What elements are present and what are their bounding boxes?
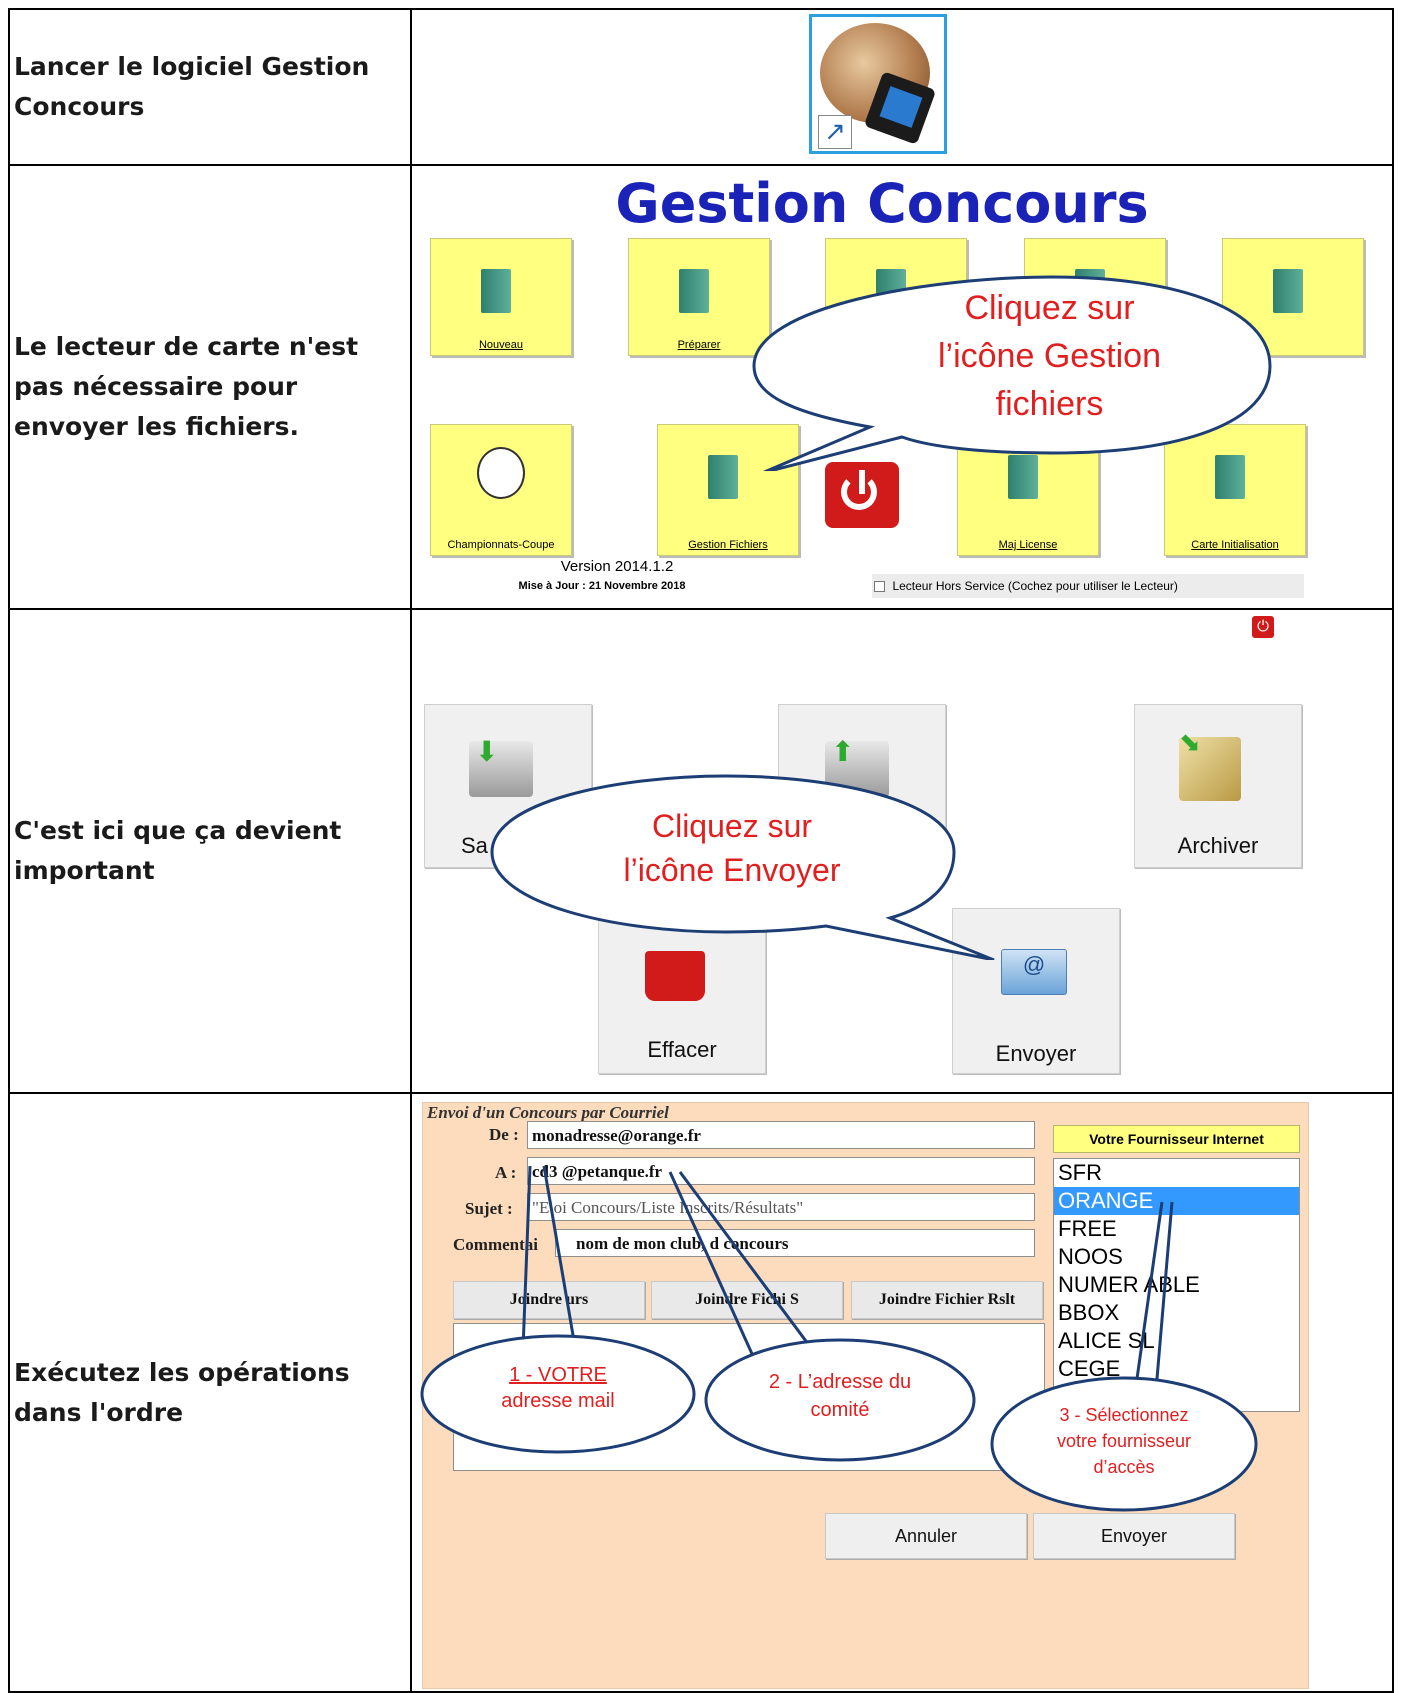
- menu-title: Gestion Concours: [615, 172, 1149, 235]
- close-power-button[interactable]: ⏻: [1252, 616, 1274, 638]
- callout-text: Cliquez sur l’icône Gestion fichiers: [937, 289, 1161, 423]
- row-2-instruction: Le lecteur de carte n'est pas nécessaire…: [8, 164, 412, 610]
- prepare-icon: [679, 269, 709, 313]
- row-4-instruction: Exécutez les opérations dans l'ordre: [8, 1092, 412, 1693]
- row-4-visual: Envoi d'un Concours par Courriel De : mo…: [410, 1092, 1394, 1693]
- reader-checkbox-row[interactable]: Lecteur Hors Service (Cochez pour utilis…: [872, 574, 1304, 598]
- reader-checkbox[interactable]: [874, 581, 885, 592]
- archive-button[interactable]: ⬊ Archiver: [1134, 704, 1302, 868]
- version-label: Version 2014.1.2: [560, 558, 674, 575]
- send-callout-text: Cliquez sur l’icône Envoyer: [623, 808, 841, 888]
- new-button[interactable]: Nouveau: [430, 238, 572, 356]
- email-envelope-icon: @: [1001, 949, 1067, 995]
- callout-3: 3 - Sélectionnez votre fournisseur d’acc…: [1056, 1405, 1192, 1477]
- gestion-concours-icon[interactable]: ↗: [809, 14, 947, 154]
- federation-logo-icon: [477, 447, 525, 499]
- callout-1: 1 - VOTRE adresse mail: [501, 1364, 615, 1412]
- update-label: Mise à Jour : 21 Novembre 2018: [518, 580, 686, 592]
- championship-button[interactable]: Championnats-Coupe: [430, 424, 572, 556]
- shortcut-arrow-icon: ↗: [818, 115, 852, 149]
- callout-2: 2 - L’adresse du comité: [768, 1371, 912, 1421]
- row-2-visual: Gestion Concours Nouveau Préparer Champi…: [410, 164, 1394, 610]
- instructions-table: Lancer le logiciel Gestion Concours ↗ Le…: [8, 8, 1394, 1693]
- row-1-instruction: Lancer le logiciel Gestion Concours: [8, 8, 412, 166]
- row-3-visual: ⏻ ⬇ Sa ⬆ ⬊ Archiver Effacer @ Envoyer Cl…: [410, 608, 1394, 1094]
- tools-icon: [708, 455, 738, 499]
- new-icon: [481, 269, 511, 313]
- power-button[interactable]: [825, 462, 899, 528]
- row-3-instruction: C'est ici que ça devient important: [8, 608, 412, 1094]
- row-1-visual: ↗: [410, 8, 1394, 166]
